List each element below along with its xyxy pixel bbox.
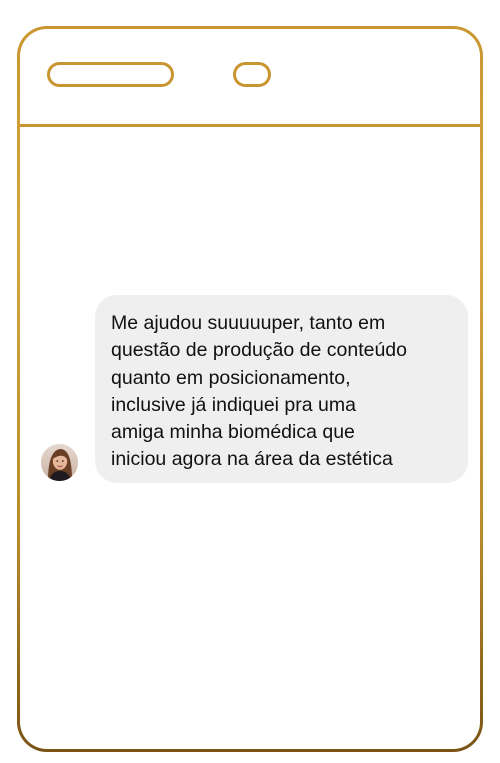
avatar[interactable] [41,444,78,481]
message-text: Me ajudou suuuuuper, tanto em questão de… [111,312,407,471]
user-avatar-photo-icon [41,444,78,481]
message-bubble[interactable]: Me ajudou suuuuuper, tanto em questão de… [95,295,468,483]
chat-message-row: Me ajudou suuuuuper, tanto em questão de… [20,29,480,749]
phone-frame: Me ajudou suuuuuper, tanto em questão de… [17,26,483,752]
